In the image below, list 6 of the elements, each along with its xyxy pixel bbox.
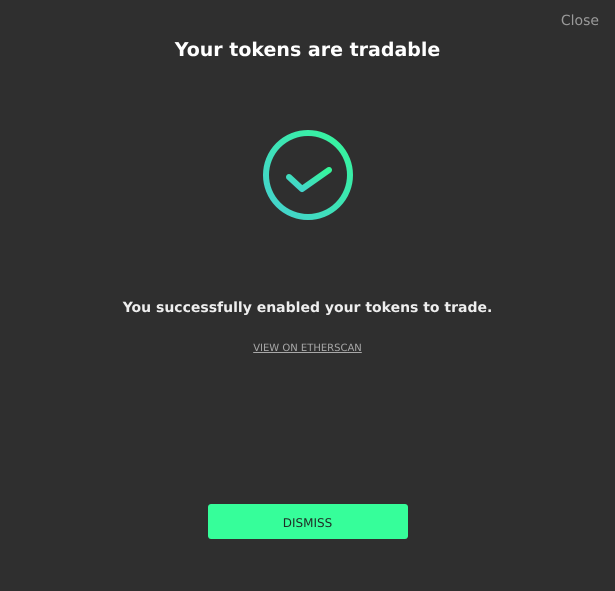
- close-button[interactable]: Close: [560, 11, 599, 32]
- success-message: You successfully enabled your tokens to trade.: [122, 298, 492, 318]
- check-circle-icon: [262, 128, 354, 220]
- dismiss-button[interactable]: DISMISS: [208, 504, 408, 538]
- dialog-title: Your tokens are tradable: [174, 38, 440, 63]
- etherscan-link[interactable]: VIEW ON ETHERSCAN: [253, 340, 362, 356]
